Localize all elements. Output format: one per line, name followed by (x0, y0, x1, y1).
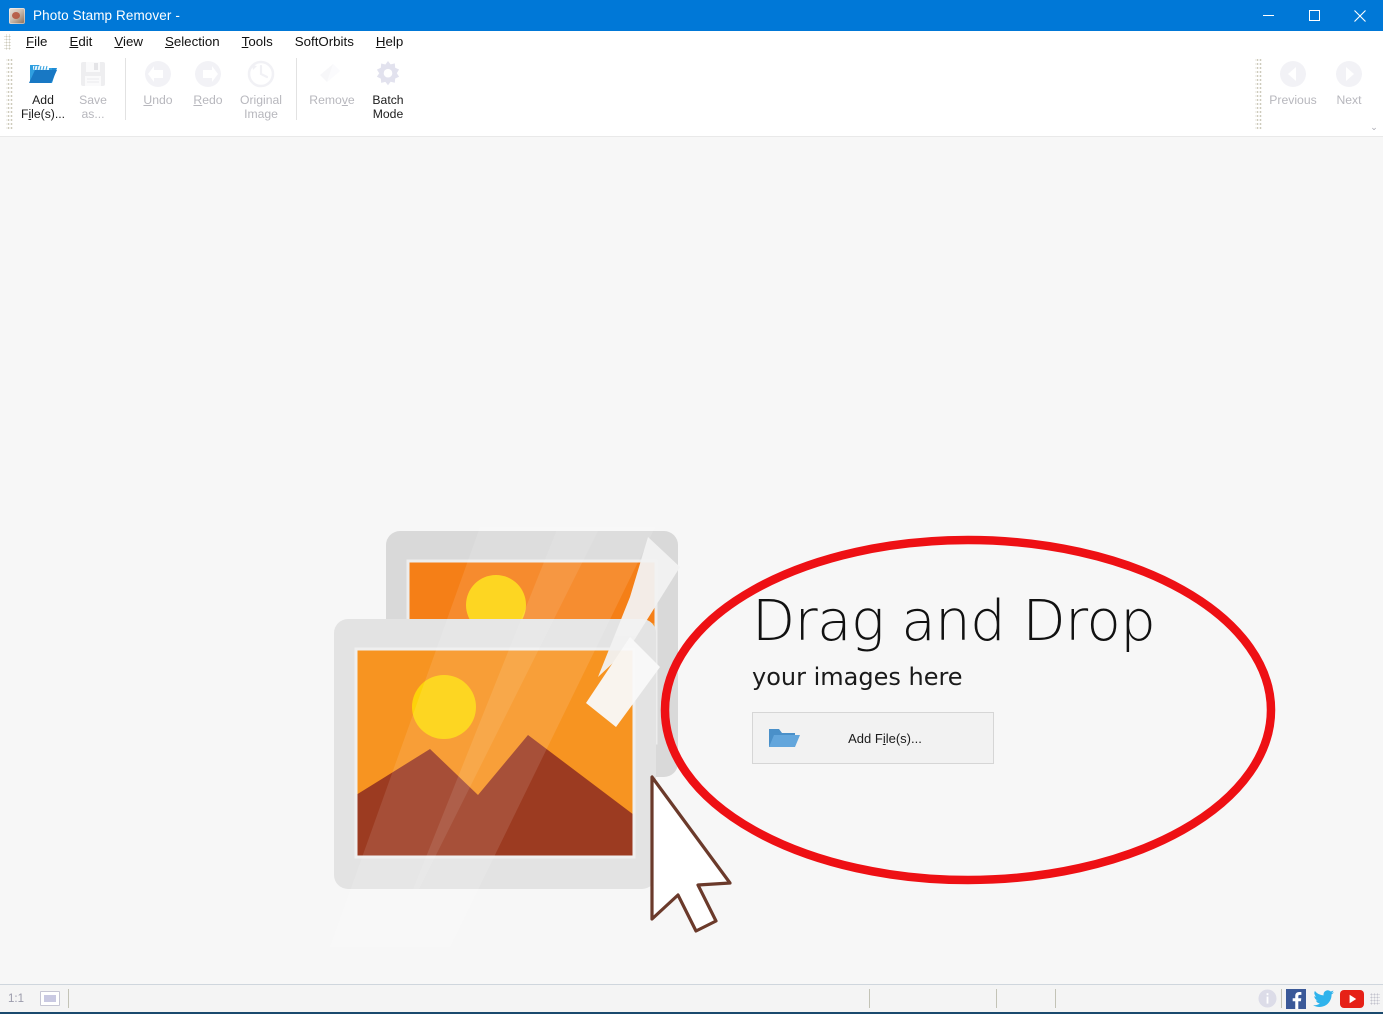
floppy-save-icon (77, 58, 109, 90)
main-toolbar: Add File(s)... Save as... Undo Redo Orig… (0, 52, 1383, 137)
toolbar-remove-button[interactable]: Remove (304, 52, 360, 132)
toolbar-undo-label: Undo (143, 93, 173, 107)
toolbar-previous-button[interactable]: Previous (1265, 52, 1321, 132)
close-button[interactable] (1337, 0, 1383, 31)
menu-item-tools[interactable]: Tools (231, 33, 284, 50)
two-photo-frames-with-cursor-illustration (330, 527, 732, 947)
twitter-icon (1313, 989, 1334, 1007)
menu-item-edit[interactable]: Edit (58, 33, 103, 50)
maximize-button[interactable] (1291, 0, 1337, 31)
application-window: Photo Stamp Remover - File Edit View Sel… (0, 0, 1383, 1014)
toolbar-remove-label: Remove (309, 93, 355, 107)
toolbar-batch-mode-button[interactable]: Batch Mode (360, 52, 416, 132)
close-icon (1354, 9, 1366, 22)
menu-bar: File Edit View Selection Tools SoftOrbit… (0, 31, 1383, 52)
menu-item-softorbits[interactable]: SoftOrbits (284, 33, 365, 50)
toolbar-undo-button[interactable]: Undo (133, 52, 183, 132)
toolbar-nav-drag-grip[interactable] (1255, 57, 1262, 129)
open-folder-icon (27, 58, 59, 90)
facebook-button[interactable] (1282, 988, 1310, 1010)
toolbar-next-button[interactable]: Next (1321, 52, 1377, 132)
status-divider-1 (68, 989, 69, 1008)
youtube-icon (1340, 989, 1364, 1008)
dropzone-add-files-button[interactable]: Add File(s)... (752, 712, 994, 764)
app-icon (9, 7, 25, 24)
dropzone-subtitle: your images here (752, 663, 963, 691)
redo-arrow-icon (192, 58, 224, 90)
toolbar-add-files-label: Add File(s)... (20, 93, 66, 121)
cursor-arrow-icon (650, 775, 732, 933)
youtube-button[interactable] (1338, 988, 1366, 1010)
arrow-right-circle-icon (1333, 58, 1365, 90)
blue-folder-icon (767, 725, 801, 751)
eraser-icon (316, 58, 348, 90)
toolbar-save-as-label: Save as... (79, 93, 107, 121)
image-canvas-dropzone[interactable]: Drag and Drop your images here Add File(… (0, 137, 1383, 984)
facebook-icon (1286, 988, 1306, 1009)
status-divider-3 (996, 989, 997, 1008)
status-social-links (1253, 988, 1383, 1010)
dropzone-stage: Drag and Drop your images here Add File(… (330, 527, 1290, 947)
status-divider-2 (869, 989, 870, 1008)
twitter-button[interactable] (1310, 988, 1338, 1010)
info-button[interactable] (1253, 988, 1281, 1010)
title-bar: Photo Stamp Remover - (0, 0, 1383, 31)
toolbar-batch-mode-label: Batch Mode (372, 93, 404, 121)
toolbar-previous-label: Previous (1269, 93, 1317, 107)
resize-grip-icon[interactable] (1370, 992, 1380, 1005)
toolbar-group-history: Undo Redo Original Image (131, 52, 291, 130)
info-icon (1258, 989, 1276, 1008)
toolbar-next-label: Next (1336, 93, 1362, 107)
window-title: Photo Stamp Remover - (33, 8, 180, 23)
toolbar-group-file: Add File(s)... Save as... (16, 52, 120, 130)
toolbar-add-files-button[interactable]: Add File(s)... (18, 52, 68, 132)
status-divider-5 (1281, 989, 1282, 1008)
toolbar-save-as-button[interactable]: Save as... (68, 52, 118, 132)
window-controls (1245, 0, 1383, 31)
arrow-left-circle-icon (1277, 58, 1309, 90)
clock-revert-icon (245, 58, 277, 90)
toolbar-expand-chevron-icon[interactable]: ⌄ (1368, 121, 1380, 133)
toolbar-original-image-label: Original Image (240, 93, 282, 121)
toolbar-separator (125, 58, 126, 120)
dropzone-add-files-label: Add File(s)... (848, 730, 922, 746)
undo-arrow-icon (142, 58, 174, 90)
menu-item-file[interactable]: File (15, 33, 58, 50)
gear-icon (372, 58, 404, 90)
status-divider-4 (1055, 989, 1056, 1008)
maximize-icon (1308, 10, 1320, 21)
status-thumbnail-cell[interactable] (32, 989, 68, 1008)
status-bar: 1:1 (0, 984, 1383, 1014)
toolbar-group-navigation: Previous Next (1249, 52, 1377, 130)
toolbar-redo-button[interactable]: Redo (183, 52, 233, 132)
minimize-button[interactable] (1245, 0, 1291, 31)
toolbar-group-actions: Remove Batch Mode (302, 52, 418, 130)
dropzone-title: Drag and Drop (752, 589, 1156, 654)
menu-item-selection[interactable]: Selection (154, 33, 231, 50)
image-thumbnail-icon (40, 991, 60, 1006)
toolbar-original-image-button[interactable]: Original Image (233, 52, 289, 132)
toolbar-drag-grip[interactable] (6, 57, 13, 129)
menu-item-help[interactable]: Help (365, 33, 414, 50)
menu-item-view[interactable]: View (103, 33, 154, 50)
status-zoom-level[interactable]: 1:1 (0, 989, 32, 1008)
toolbar-redo-label: Redo (193, 93, 223, 107)
toolbar-separator-2 (296, 58, 297, 120)
dropzone-text-block: Drag and Drop your images here Add File(… (752, 592, 1212, 764)
menu-drag-grip[interactable] (4, 33, 11, 50)
minimize-icon (1262, 15, 1274, 16)
